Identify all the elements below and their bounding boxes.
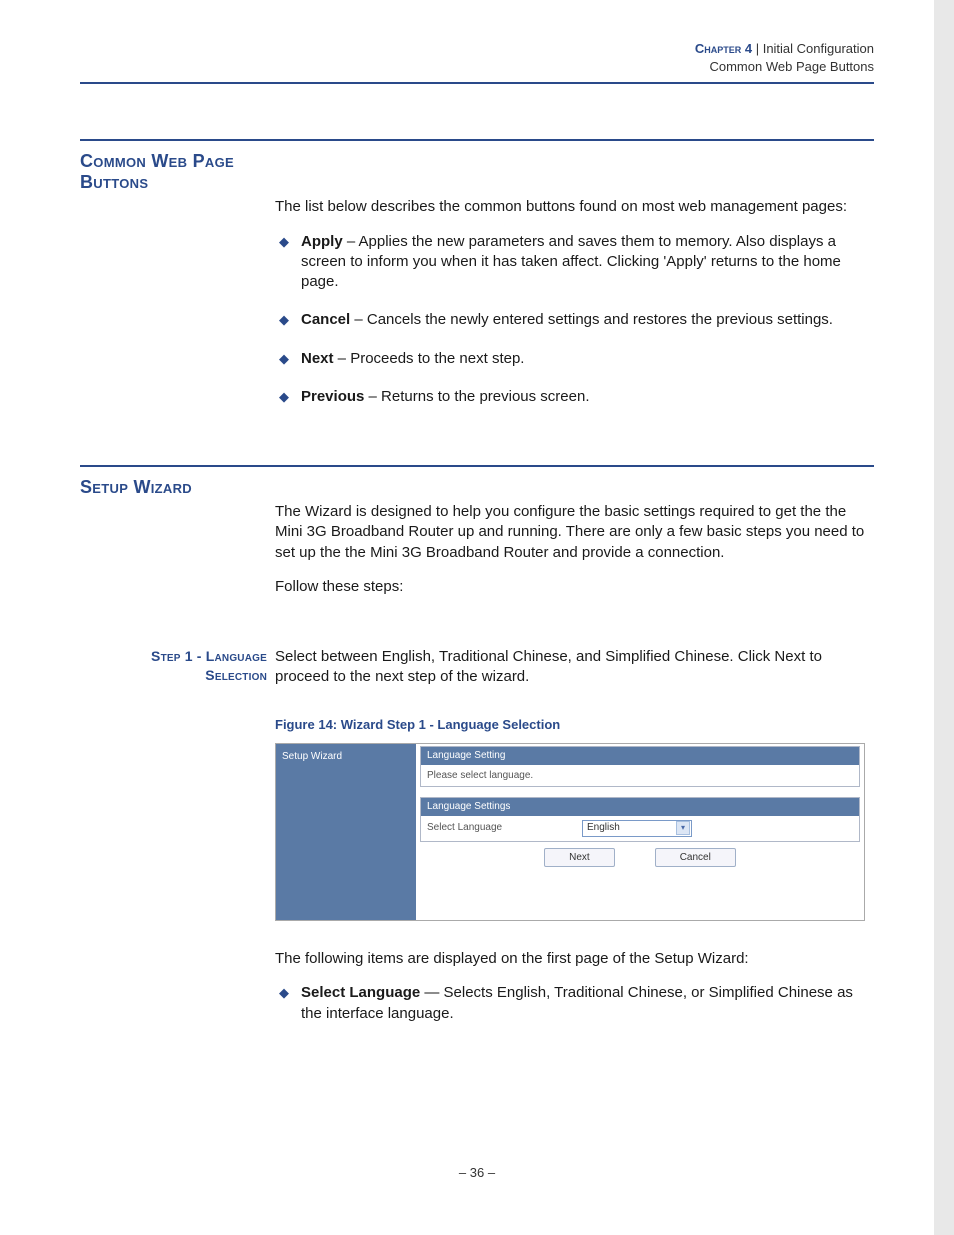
wizard-main-panel: Language Setting Please select language.…	[416, 744, 864, 920]
label-select-language: Select Language	[427, 821, 582, 835]
list-item: Next – Proceeds to the next step.	[275, 349, 874, 369]
section-common-buttons: Common Web Page Buttons The list below d…	[80, 139, 874, 425]
section2-follow: Follow these steps:	[275, 577, 874, 597]
section2-intro: The Wizard is designed to help you confi…	[275, 502, 874, 563]
section-rule	[80, 465, 874, 467]
desc-apply: – Applies the new parameters and saves t…	[301, 233, 841, 291]
common-buttons-list: Apply – Applies the new parameters and s…	[275, 232, 874, 408]
step1-description: Select between English, Traditional Chin…	[275, 647, 874, 688]
term-previous: Previous	[301, 388, 364, 405]
term-cancel: Cancel	[301, 311, 350, 328]
chevron-down-icon: ▾	[676, 821, 690, 835]
document-page: Chapter 4 | Initial Configuration Common…	[0, 0, 954, 1235]
figure-14-screenshot: Setup Wizard Language Setting Please sel…	[275, 743, 865, 921]
term-select-language: Select Language	[301, 984, 420, 1001]
header-chapter: Chapter 4	[695, 41, 752, 56]
button-row: Next Cancel	[420, 848, 860, 868]
row-select-language: Select Language English ▾	[421, 816, 859, 841]
list-item: Apply – Applies the new parameters and s…	[275, 232, 874, 293]
desc-cancel: – Cancels the newly entered settings and…	[350, 311, 833, 328]
header-separator: |	[752, 41, 763, 56]
step1-label-line1: Step 1 - Language	[80, 647, 267, 666]
list-item: Select Language — Selects English, Tradi…	[275, 983, 874, 1024]
panel-language-setting: Language Setting Please select language.	[420, 746, 860, 787]
page-header: Chapter 4 | Initial Configuration Common…	[80, 40, 874, 84]
term-next: Next	[301, 350, 334, 367]
figure-14-caption: Figure 14: Wizard Step 1 - Language Sele…	[275, 716, 874, 734]
term-apply: Apply	[301, 233, 343, 250]
displayed-items-list: Select Language — Selects English, Tradi…	[275, 983, 874, 1024]
panel-body-instruction: Please select language.	[421, 765, 859, 787]
panel-language-settings: Language Settings Select Language Englis…	[420, 797, 860, 842]
section-setup-wizard: Setup Wizard The Wizard is designed to h…	[80, 465, 874, 1042]
panel-title-language-setting: Language Setting	[421, 747, 859, 765]
section1-intro: The list below describes the common butt…	[275, 197, 874, 217]
wizard-sidebar: Setup Wizard	[276, 744, 416, 920]
list-item: Previous – Returns to the previous scree…	[275, 387, 874, 407]
list-item: Cancel – Cancels the newly entered setti…	[275, 310, 874, 330]
select-language-value: English	[587, 821, 620, 835]
desc-next: – Proceeds to the next step.	[334, 350, 525, 367]
desc-previous: – Returns to the previous screen.	[364, 388, 589, 405]
header-subtitle: Common Web Page Buttons	[80, 58, 874, 76]
after-figure-text: The following items are displayed on the…	[275, 949, 874, 969]
page-number: – 36 –	[0, 1165, 954, 1180]
next-button[interactable]: Next	[544, 848, 615, 868]
section-rule	[80, 139, 874, 141]
header-title: Initial Configuration	[763, 41, 874, 56]
sidebar-item-setup-wizard[interactable]: Setup Wizard	[282, 748, 410, 766]
select-language-dropdown[interactable]: English ▾	[582, 820, 692, 837]
panel-title-language-settings: Language Settings	[421, 798, 859, 816]
cancel-button[interactable]: Cancel	[655, 848, 736, 868]
step1-label-line2: Selection	[80, 666, 267, 685]
